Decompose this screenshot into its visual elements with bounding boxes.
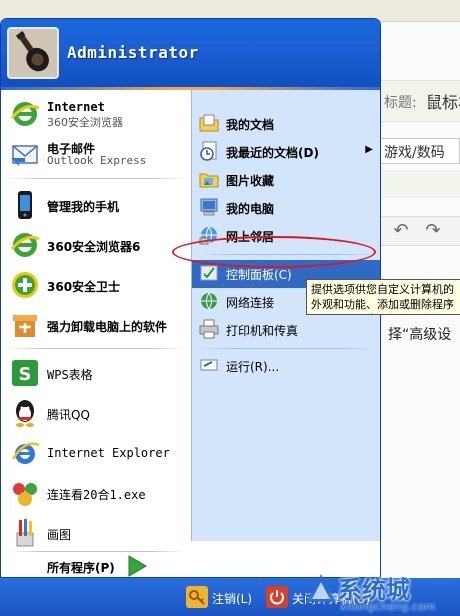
pinned-internet-title: Internet [47,100,105,114]
recent-item-uninstaller[interactable]: 强力卸载电脑上的软件 [1,306,191,344]
recent-item-label: 强力卸载电脑上的软件 [47,320,168,334]
recent-item-ie[interactable]: Internet Explorer [1,434,191,472]
key-icon [186,586,208,608]
separator [7,348,185,349]
qq-icon [16,400,34,427]
control-panel-tooltip: 提供选项供您自定义计算机的外观和功能、添加或删除程序以及设置网络连接和用户帐户。 [306,279,460,315]
pinned-email[interactable]: 电子邮件 Outlook Express [1,134,191,174]
pictures-folder-icon [199,173,219,188]
menu-run[interactable]: 运行(R)... [192,352,380,380]
recent-item-label: 360安全卫士 [47,280,121,294]
menu-my-pictures[interactable]: 图片收藏 [192,166,380,194]
recent-item-360-browser[interactable]: 360安全浏览器6 [1,226,191,264]
menu-label: 运行(R)... [226,360,280,374]
avatar[interactable] [7,27,59,79]
undo-icon[interactable]: ↶ [390,220,412,242]
right-pane: 我的文档 我最近的文档(D) ▶ 图片收藏 我的电脑 网上邻居 控制面板(C) … [191,90,380,541]
browser-360-icon [10,233,40,257]
all-programs-label: 所有程序(P) [47,561,115,575]
mail-icon [11,145,38,166]
uninstall-icon [13,315,37,337]
watermark-url: xitongcheng.com [340,600,436,613]
watermark-logo-icon [306,574,336,602]
recent-item-label: WPS表格 [47,368,93,382]
submenu-arrow-icon: ▶ [365,144,373,155]
power-icon [266,586,288,608]
printer-icon [199,319,219,339]
user-name: Administrator [67,43,199,62]
guard-360-icon [12,272,38,298]
left-pane: Internet 360安全浏览器 电子邮件 Outlook Express 管… [1,90,191,547]
recent-item-wps[interactable]: S WPS表格 [1,354,191,392]
arrow-right-icon [128,555,147,577]
annotation-circle [172,236,376,268]
title-value[interactable]: 鼠标右 [426,89,460,113]
recent-item-label: 腾讯QQ [47,408,90,422]
menu-label: 图片收藏 [226,174,275,188]
svg-text:S: S [19,364,32,385]
menu-label: 打印机和传真 [226,324,299,338]
network-connections-icon [201,292,217,310]
menu-label: 网络连接 [226,296,275,310]
recent-item-phone[interactable]: 管理我的手机 [1,186,191,224]
phone-icon [18,191,32,219]
pinned-internet-subtitle: 360安全浏览器 [47,116,123,129]
folder-icon [199,114,219,132]
menu-label: 我的文档 [226,118,275,132]
logoff-label: 注销(L) [212,592,253,606]
recent-item-label: Internet Explorer [47,446,170,460]
category-value: 游戏/数码 [384,145,445,161]
recent-item-360-guard[interactable]: 360安全卫士 [1,266,191,304]
game-icon [13,483,37,506]
pinned-email-subtitle: Outlook Express [47,154,147,167]
menu-recent-documents[interactable]: 我最近的文档(D) ▶ [192,138,380,166]
wps-icon: S [12,360,38,386]
computer-icon [200,198,218,216]
editor-body-text: 择“高级设 [388,327,452,343]
menu-label: 我最近的文档(D) [226,146,319,160]
menu-label: 我的电脑 [226,202,275,216]
ie-icon [10,102,40,126]
title-label: 标题: [384,95,417,111]
recent-item-game[interactable]: 连连看20合1.exe [1,474,191,512]
separator [7,178,185,179]
recent-item-label: 管理我的手机 [47,200,120,214]
run-icon [200,359,218,371]
editor-toolbar [376,216,460,246]
logoff-button[interactable]: 注销(L) [182,578,262,616]
pinned-internet[interactable]: Internet 360安全浏览器 [1,94,191,134]
menu-my-documents[interactable]: 我的文档 [192,110,380,138]
option-row [376,170,460,198]
screen: 标题: 鼠标右 游戏/数码 ↶ ↷ 择“高级设 Administrator [0,0,460,616]
menu-printers[interactable]: 打印机和传真 [192,316,380,344]
ie-icon [11,442,40,464]
menu-label: 控制面板(C) [226,268,292,282]
menu-my-computer[interactable]: 我的电脑 [192,194,380,222]
all-programs-button[interactable]: 所有程序(P) [1,539,191,577]
recent-item-qq[interactable]: 腾讯QQ [1,394,191,432]
start-menu-header: Administrator [1,19,380,89]
redo-icon[interactable]: ↷ [422,220,444,242]
recent-item-label: 360安全浏览器6 [47,240,141,254]
recent-item-label: 连连看20合1.exe [47,488,146,502]
recent-docs-icon [200,141,217,161]
separator [200,348,375,349]
watermark: 系统城 xitongcheng.com [298,566,460,616]
